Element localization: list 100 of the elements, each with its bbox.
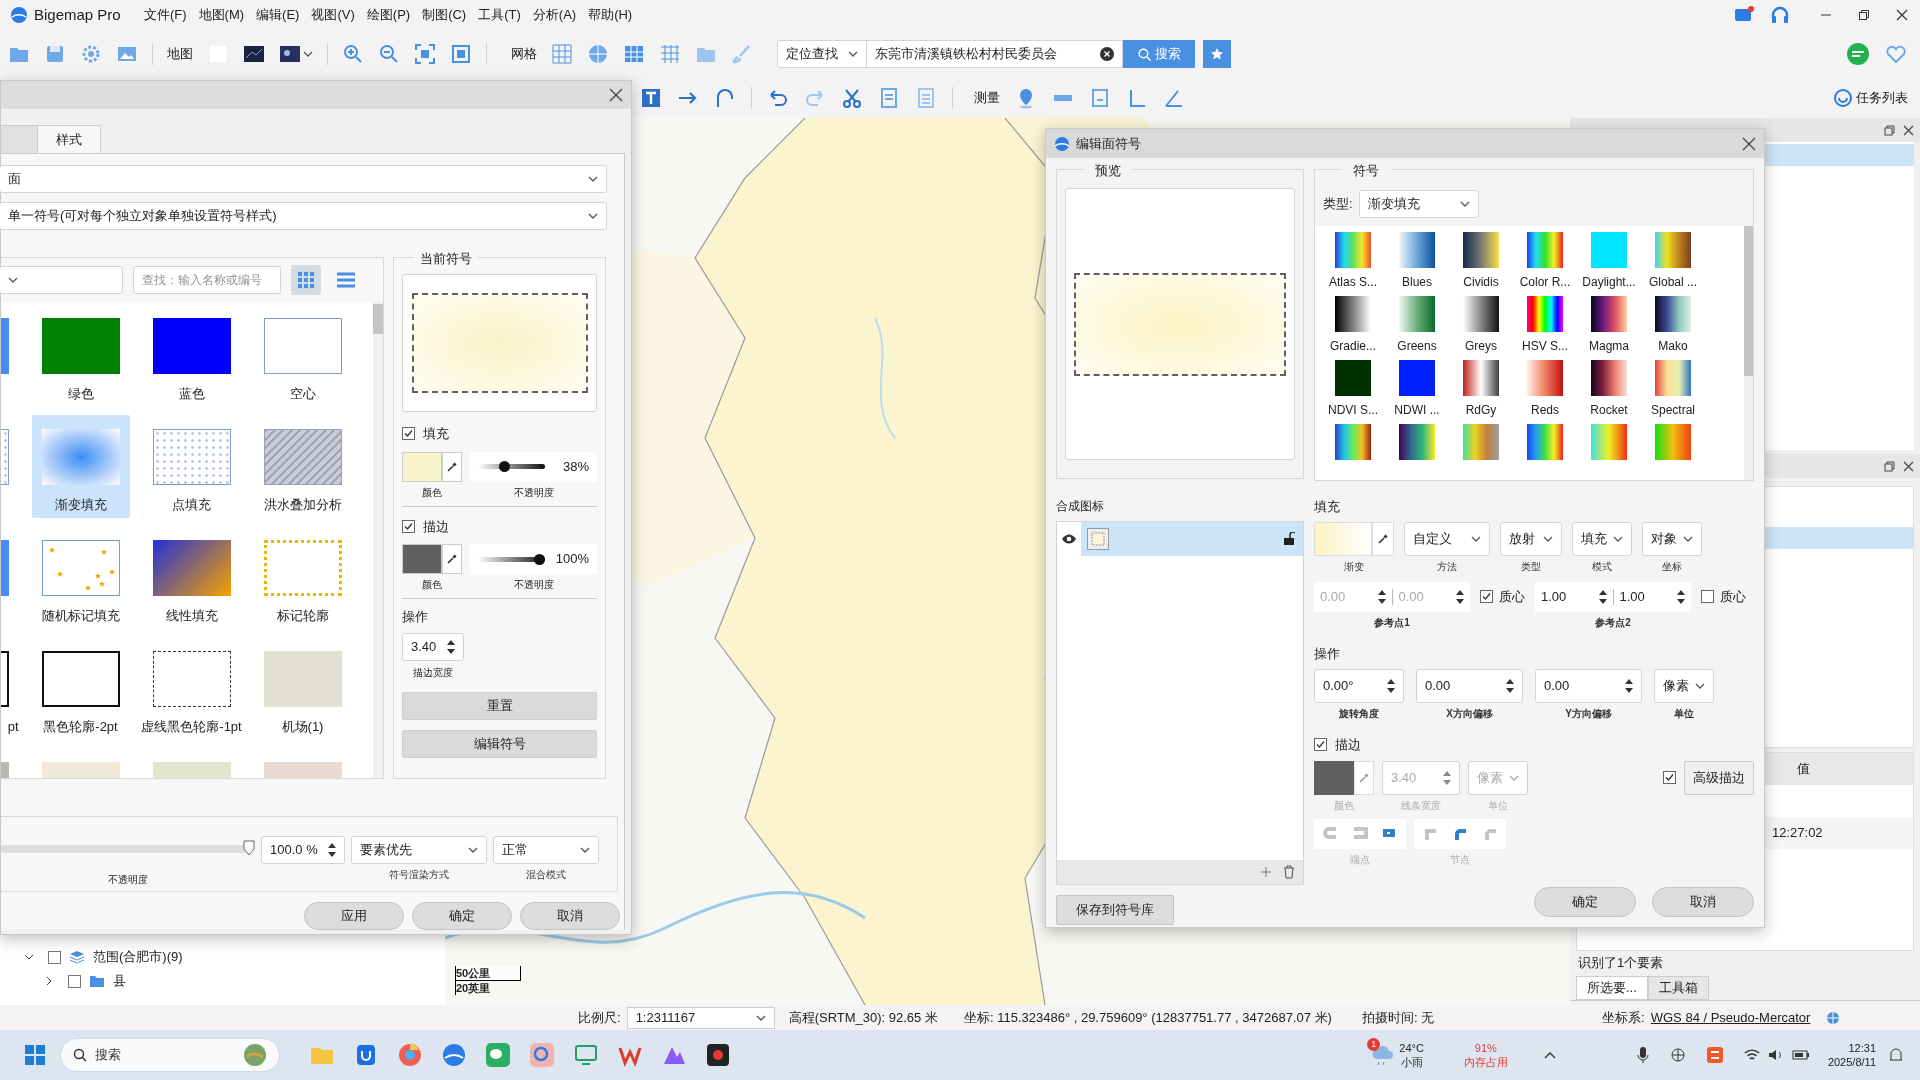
symbol-tile[interactable]: 机场(1) (253, 637, 352, 740)
symbol-swatch[interactable] (152, 540, 231, 596)
gradient-swatch[interactable] (1399, 232, 1435, 268)
symbol-swatch[interactable] (41, 540, 120, 596)
tree-item-label[interactable]: 县 (113, 971, 126, 991)
add-icon[interactable] (1261, 867, 1271, 877)
search-field[interactable]: 查找：输入名称或编号 (133, 266, 281, 294)
number-field[interactable]: 0.00 (1535, 669, 1642, 703)
symbol-tile[interactable]: 标记轮廓 (253, 526, 352, 629)
symbol-tile[interactable]: 点填充 (142, 415, 241, 518)
close-icon[interactable] (609, 88, 623, 102)
dropdown[interactable]: 定位查找 (777, 40, 867, 68)
checkbox[interactable] (1701, 590, 1714, 603)
gradient-swatch[interactable] (1655, 232, 1691, 268)
start-icon[interactable] (22, 1042, 48, 1068)
symbol-tile[interactable]: 绿色 (31, 304, 130, 407)
symbol-swatch[interactable] (152, 318, 231, 374)
dropdown[interactable]: 自定义 (1404, 521, 1490, 556)
dialog-button[interactable]: 确定 (1534, 887, 1636, 917)
close-icon[interactable] (1903, 124, 1914, 136)
headset-icon[interactable] (1770, 6, 1790, 24)
gradient-swatch[interactable] (1655, 296, 1691, 332)
gradient-swatch[interactable] (1655, 424, 1691, 460)
eyedropper-button[interactable] (442, 544, 462, 574)
symbol-swatch[interactable] (263, 651, 342, 707)
gradient-swatch[interactable] (1527, 232, 1563, 268)
gradient-swatch[interactable] (1527, 360, 1563, 396)
dropdown[interactable]: 填充 (1572, 521, 1632, 556)
dialog-button[interactable]: 取消 (1652, 887, 1754, 917)
scrollbar-thumb[interactable] (373, 304, 383, 334)
gradient-swatch[interactable] (1655, 360, 1691, 396)
battery-icon[interactable] (1791, 1049, 1810, 1061)
full-extent-icon[interactable] (450, 43, 472, 65)
symbol-tile[interactable]: 渐变填充 (31, 415, 130, 518)
symbol-tile[interactable]: 蓝色 (142, 304, 241, 407)
grid-icon[interactable] (623, 43, 645, 65)
dialog-button[interactable]: 确定 (412, 902, 512, 930)
grid-icon[interactable] (551, 43, 573, 65)
symbol-tile[interactable]: 黑色轮廓-2pt (31, 637, 130, 740)
color-swatch[interactable] (402, 544, 442, 574)
menu-item[interactable]: 地图(M) (192, 5, 251, 25)
symbol-swatch[interactable] (152, 429, 231, 485)
favorite-button[interactable] (1203, 40, 1231, 68)
notification-icon[interactable] (1888, 1047, 1904, 1063)
satellite-map-icon[interactable] (243, 43, 265, 65)
symbol-tile[interactable]: 随机标记填充 (31, 526, 130, 629)
menu-item[interactable]: 制图(C) (416, 5, 473, 25)
symbol-swatch[interactable] (263, 429, 342, 485)
scale-dropdown[interactable]: 1:2311167 (626, 1006, 775, 1029)
number-field[interactable]: 3.40 (402, 632, 464, 661)
globe-app-icon[interactable] (441, 1042, 467, 1068)
number-field[interactable]: 0.00° (1314, 669, 1404, 703)
dropdown[interactable]: 要素优先 (351, 836, 487, 864)
symbol-tile[interactable]: 虚线黑色轮廓-1pt (142, 637, 241, 740)
slider-thumb[interactable] (243, 840, 255, 856)
chat-bubble-icon[interactable] (1846, 42, 1870, 66)
eyedropper-button[interactable] (1372, 521, 1394, 556)
dropdown[interactable]: 对象 (1642, 521, 1702, 556)
zoom-out-icon[interactable] (378, 43, 400, 65)
menu-item[interactable]: 工具(T) (472, 5, 527, 25)
dialog-button[interactable]: 取消 (520, 902, 620, 930)
menu-item[interactable]: 编辑(E) (250, 5, 306, 25)
scissors-icon[interactable] (841, 87, 863, 109)
globe-icon[interactable] (1826, 1010, 1841, 1025)
tab[interactable]: 样式 (38, 125, 101, 153)
opacity-slider[interactable] (478, 553, 545, 565)
grid-icon[interactable] (659, 43, 681, 65)
close-icon[interactable] (1742, 136, 1756, 151)
menu-item[interactable]: 帮助(H) (582, 5, 639, 25)
grid-view-button[interactable] (291, 265, 321, 295)
symbol-swatch[interactable] (263, 540, 342, 596)
area-ruler-icon[interactable] (1089, 87, 1111, 109)
restore-icon[interactable] (1884, 124, 1895, 136)
opacity-slider[interactable] (1, 840, 255, 856)
wifi-icon[interactable] (1743, 1048, 1760, 1062)
menu-item[interactable]: 视图(V) (305, 5, 361, 25)
scrollbar-thumb[interactable] (1744, 226, 1753, 376)
search-box[interactable]: 搜索 (60, 1038, 280, 1072)
dropdown[interactable]: 单一符号(可对每个独立对象单独设置符号样式) (0, 202, 607, 230)
checkbox[interactable] (402, 427, 415, 441)
input-method-icon[interactable] (1705, 1046, 1724, 1064)
checkbox[interactable] (48, 950, 61, 964)
symbol-swatch[interactable] (263, 318, 342, 374)
gradient-swatch[interactable] (1335, 360, 1371, 396)
save-icon[interactable] (44, 43, 66, 65)
menu-item[interactable]: 绘图(P) (360, 5, 417, 25)
symbol-swatch[interactable] (41, 318, 120, 374)
record-app-icon[interactable] (705, 1042, 731, 1068)
symbol-swatch[interactable] (41, 651, 120, 707)
eyedropper-button[interactable] (442, 451, 462, 482)
eye-icon[interactable] (1061, 533, 1077, 545)
microphone-icon[interactable] (1635, 1046, 1650, 1064)
checkbox[interactable] (402, 519, 415, 533)
crs-link[interactable]: WGS 84 / Pseudo-Mercator (1650, 1007, 1811, 1028)
unlock-icon[interactable] (1283, 532, 1295, 546)
gear-icon[interactable] (80, 43, 102, 65)
gradient-swatch[interactable] (1399, 360, 1435, 396)
fit-extent-icon[interactable] (414, 43, 436, 65)
dropdown[interactable]: 渐变填充 (1358, 190, 1479, 218)
tab[interactable]: 工具箱 (1647, 976, 1709, 1000)
